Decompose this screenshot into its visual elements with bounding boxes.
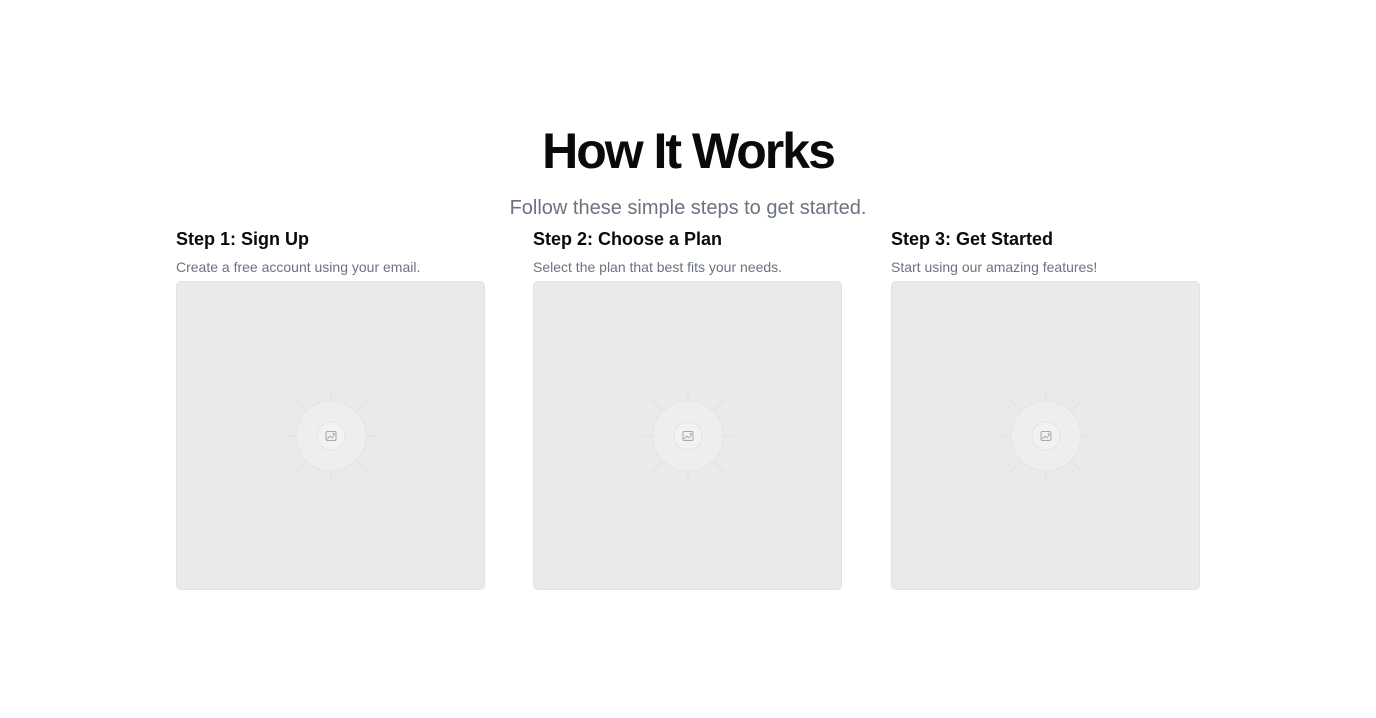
step-image-placeholder (176, 281, 485, 590)
step-card-2: Step 2: Choose a Plan Select the plan th… (533, 226, 842, 590)
image-placeholder-icon (642, 390, 733, 481)
step-image-placeholder (533, 281, 842, 590)
section-title: How It Works (542, 123, 836, 179)
step-image-placeholder (891, 281, 1200, 590)
image-placeholder-icon (285, 390, 376, 481)
step-card-1: Step 1: Sign Up Create a free account us… (176, 226, 485, 590)
step-description: Start using our amazing features! (891, 259, 1098, 275)
steps-list: Step 1: Sign Up Create a free account us… (176, 226, 1200, 590)
step-title: Step 2: Choose a Plan (533, 229, 723, 249)
step-description: Select the plan that best fits your need… (533, 259, 783, 275)
step-title: Step 3: Get Started (891, 229, 1054, 249)
image-placeholder-icon (1000, 390, 1091, 481)
step-description: Create a free account using your email. (176, 259, 421, 275)
step-title: Step 1: Sign Up (176, 229, 310, 249)
how-it-works-page: How It Works Follow these simple steps t… (0, 0, 1376, 718)
step-card-3: Step 3: Get Started Start using our amaz… (891, 226, 1200, 590)
section-subtitle: Follow these simple steps to get started… (509, 197, 867, 219)
